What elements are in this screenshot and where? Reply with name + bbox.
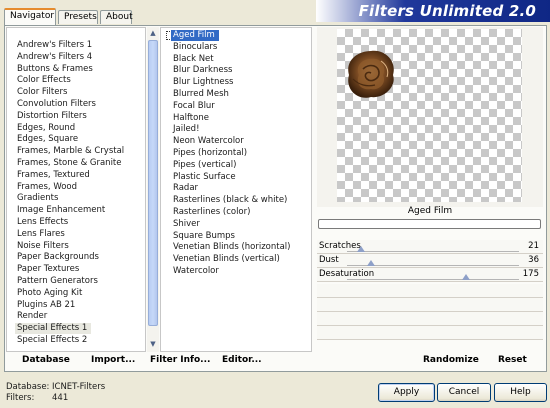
title-banner: Filters Unlimited 2.0 [316,0,550,22]
filter-item[interactable]: Rasterlines (color) [173,207,250,218]
category-item[interactable]: Gradients [17,193,58,204]
progress-bar [318,219,541,229]
category-item[interactable]: Frames, Textured [17,170,90,181]
category-item[interactable]: Buttons & Frames [17,64,93,75]
parameter-panel: Scratches 21 Dust 36 Desaturation 175 [317,240,543,348]
category-item[interactable]: Convolution Filters [17,99,96,110]
filters-count-label: Filters: [6,393,35,403]
filter-item[interactable]: Venetian Blinds (horizontal) [173,242,291,253]
category-item[interactable]: Lens Effects [17,217,68,228]
slider-track[interactable] [347,279,519,280]
category-item[interactable]: Frames, Stone & Granite [17,158,122,169]
category-item[interactable]: Color Filters [17,87,67,98]
filter-item[interactable]: Blur Lightness [173,77,233,88]
category-item[interactable]: Frames, Marble & Crystal [17,146,124,157]
apply-button[interactable]: Apply [378,383,435,402]
cancel-button[interactable]: Cancel [437,383,491,402]
filter-item[interactable]: Aged Film [171,30,219,41]
randomize-button[interactable]: Randomize [423,355,479,365]
preview-panel [317,27,543,207]
tab-about[interactable]: About [100,10,133,24]
category-item[interactable]: Image Enhancement [17,205,105,216]
param-value: 175 [522,269,539,279]
filter-item[interactable]: Binoculars [173,42,217,53]
tab-presets[interactable]: Presets [58,10,98,24]
filter-item[interactable]: Venetian Blinds (vertical) [173,254,280,265]
filter-item[interactable]: Neon Watercolor [173,136,244,147]
category-item[interactable]: Frames, Wood [17,182,77,193]
param-label: Desaturation [319,269,375,279]
category-item[interactable]: Special Effects 1 [15,323,92,335]
param-label: Scratches [319,241,361,251]
category-item[interactable]: Special Effects 2 [17,335,87,346]
slider-thumb-icon[interactable] [367,260,376,266]
filter-item[interactable]: Radar [173,183,198,194]
category-item[interactable]: Andrew's Filters 1 [17,40,92,51]
database-label: Database: [6,382,50,392]
filter-item[interactable]: Pipes (horizontal) [173,148,247,159]
scroll-thumb[interactable] [148,40,158,326]
category-item[interactable]: Paper Backgrounds [17,252,99,263]
category-item[interactable]: Andrew's Filters 4 [17,52,92,63]
category-list[interactable]: Andrew's Filters 1 Andrew's Filters 4 Butt… [6,27,146,352]
scroll-up-icon[interactable]: ▲ [147,27,159,39]
database-value: ICNET-Filters [52,382,106,392]
filter-item[interactable]: Rasterlines (black & white) [173,195,287,206]
filter-item[interactable]: Halftone [173,113,209,124]
param-value: 36 [528,255,539,265]
editor-button[interactable]: Editor... [222,355,262,365]
category-item[interactable]: Edges, Round [17,123,75,134]
param-row-empty [317,284,543,298]
param-label: Dust [319,255,339,265]
filter-info-button[interactable]: Filter Info... [150,355,210,365]
param-row-empty [317,298,543,312]
category-item[interactable]: Noise Filters [17,241,69,252]
reset-button[interactable]: Reset [498,355,527,365]
category-item[interactable]: Distortion Filters [17,111,87,122]
category-item[interactable]: Edges, Square [17,134,78,145]
param-row-empty [317,326,543,340]
filter-item[interactable]: Blur Darkness [173,65,232,76]
param-row[interactable]: Dust 36 [317,254,543,268]
filter-item[interactable]: Jailed! [173,124,199,135]
banner-title: Filters Unlimited 2.0 [358,2,536,20]
category-scrollbar[interactable]: ▲ ▼ [147,27,159,352]
preview-canvas[interactable] [337,29,522,202]
filter-item[interactable]: Pipes (vertical) [173,160,236,171]
filter-item[interactable]: Shiver [173,219,200,230]
database-button[interactable]: Database [22,355,70,365]
slider-track[interactable] [347,251,519,252]
action-bar: Database Import... Filter Info... Editor… [4,353,547,372]
filter-item[interactable]: Black Net [173,54,214,65]
category-item[interactable]: Lens Flares [17,229,65,240]
param-row[interactable]: Scratches 21 [317,240,543,254]
filter-item[interactable]: Plastic Surface [173,172,236,183]
param-row[interactable]: Desaturation 175 [317,268,543,282]
scroll-down-icon[interactable]: ▼ [147,338,159,350]
category-item[interactable]: Paper Textures [17,264,79,275]
slider-thumb-icon[interactable] [356,246,365,252]
filter-item[interactable]: Focal Blur [173,101,215,112]
param-row-empty [317,312,543,326]
filter-item[interactable]: Blurred Mesh [173,89,229,100]
filter-list[interactable]: Aged Film Binoculars Black Net Blur Darknes… [160,27,312,352]
category-item[interactable]: Plugins AB 21 [17,300,75,311]
category-item[interactable]: Pattern Generators [17,276,98,287]
help-button[interactable]: Help [494,383,547,402]
slider-thumb-icon[interactable] [461,274,470,280]
category-item[interactable]: Color Effects [17,75,71,86]
category-item[interactable]: Render [17,311,47,322]
import-button[interactable]: Import... [91,355,135,365]
preview-filter-name: Aged Film [407,206,453,216]
filters-count-value: 441 [52,393,69,403]
filter-item[interactable]: Square Bumps [173,231,235,242]
filter-item[interactable]: Watercolor [173,266,219,277]
tab-navigator[interactable]: Navigator [4,8,56,25]
category-item[interactable]: Photo Aging Kit [17,288,82,299]
rose-image [348,50,394,98]
param-value: 21 [528,241,539,251]
